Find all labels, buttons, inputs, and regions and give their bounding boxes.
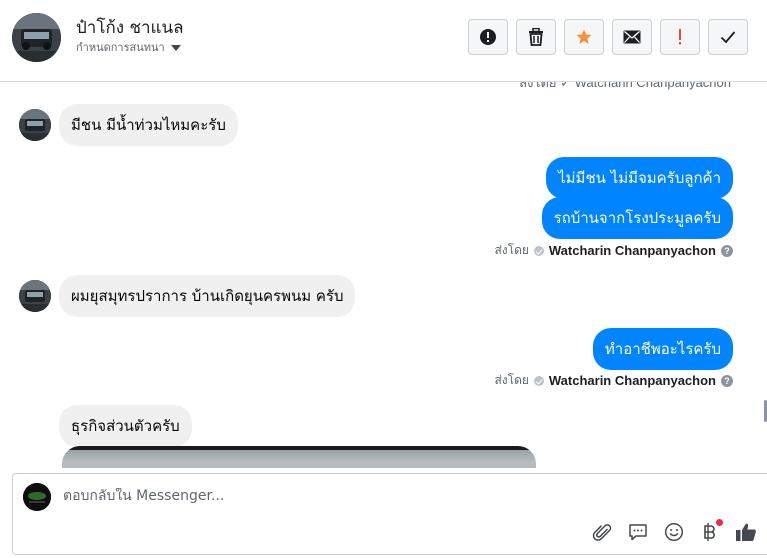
emoji-icon[interactable] <box>663 521 685 543</box>
assign-label: กำหนดการสนทนา <box>76 41 165 54</box>
sent-by-line: ส่งโดย Watcharin Chanpanyachon ? <box>494 241 733 260</box>
composer-toolbar <box>591 519 757 543</box>
message-row-incoming: มีชน มีน้ำท่วมไหมคะรับ <box>19 104 238 146</box>
conversation-header: ป๋าโก้ง ชาแนล กำหนดการสนทนา <box>0 0 767 82</box>
sender-name[interactable]: Watcharin Chanpanyachon <box>549 373 716 388</box>
star-button[interactable] <box>564 19 604 55</box>
sent-by-line: ส่งโดย Watcharin Chanpanyachon ? <box>494 371 733 390</box>
exclamation-icon <box>679 29 681 45</box>
important-button[interactable] <box>660 19 700 55</box>
message-bubble-outgoing: ไม่มีชน ไม่มีจมครับลูกค้า <box>546 157 733 199</box>
sent-by-prefix: ส่งโดย <box>494 373 529 387</box>
alert-circle-icon <box>480 29 496 45</box>
page-avatar <box>23 483 51 511</box>
message-row-incoming: ผมยุสมุทรปราการ บ้านเกิดยุนครพนม ครับ <box>19 275 356 317</box>
notification-dot <box>716 519 723 526</box>
sender-avatar <box>19 280 51 312</box>
verified-check-icon <box>533 245 544 256</box>
spam-button[interactable] <box>468 19 508 55</box>
sender-name[interactable]: Watcharin Chanpanyachon <box>549 243 716 258</box>
reply-composer <box>12 473 767 555</box>
sent-by-fragment: ส่งโดย ✓ Watcharin Chanpanyachon <box>519 82 731 90</box>
conversation-actions <box>468 19 748 55</box>
envelope-icon <box>623 30 641 44</box>
saved-replies-icon[interactable] <box>627 521 649 543</box>
check-icon <box>720 31 736 44</box>
reply-input[interactable] <box>63 488 703 504</box>
message-bubble: ผมยุสมุทรปราการ บ้านเกิดยุนครพนม ครับ <box>59 275 356 317</box>
message-bubble-outgoing: ทำอาชีพอะไรครับ <box>592 328 733 370</box>
mark-done-button[interactable] <box>708 19 748 55</box>
message-bubble-outgoing: รถบ้านจากโรงประมูลครับ <box>541 197 733 239</box>
trash-icon <box>529 28 543 46</box>
message-bubble: ธุรกิจส่วนตัวครับ <box>59 405 192 447</box>
paperclip-icon[interactable] <box>591 521 613 543</box>
delete-button[interactable] <box>516 19 556 55</box>
assign-conversation-dropdown[interactable]: กำหนดการสนทนา <box>76 38 181 56</box>
message-row-incoming: ธุรกิจส่วนตัวครับ <box>59 405 192 447</box>
sender-avatar <box>19 109 51 141</box>
help-icon[interactable]: ? <box>721 374 733 387</box>
contact-name: ป๋าโก้ง ชาแนล <box>76 18 184 38</box>
star-icon <box>576 29 592 44</box>
mark-unread-button[interactable] <box>612 19 652 55</box>
help-icon[interactable]: ? <box>721 244 733 257</box>
thumbs-up-icon[interactable] <box>735 521 757 543</box>
message-bubble: มีชน มีน้ำท่วมไหมคะรับ <box>59 104 238 146</box>
caret-down-icon <box>170 44 181 51</box>
contact-avatar[interactable] <box>12 13 61 62</box>
payment-icon[interactable] <box>699 519 723 543</box>
verified-check-icon <box>533 375 544 386</box>
sent-by-prefix: ส่งโดย <box>494 243 529 257</box>
photo-attachment[interactable] <box>62 446 536 468</box>
message-thread: ส่งโดย ✓ Watcharin Chanpanyachon มีชน มี… <box>0 82 767 468</box>
